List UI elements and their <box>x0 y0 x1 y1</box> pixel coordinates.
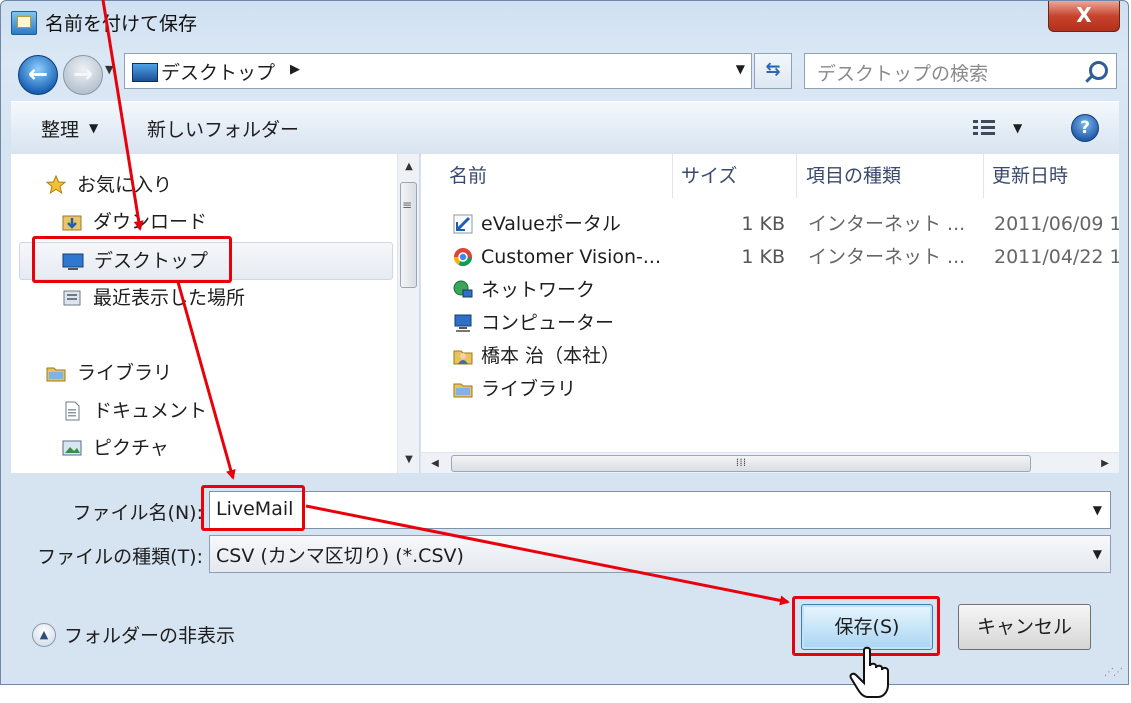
file-name: Customer Vision-... <box>481 246 662 268</box>
documents-icon <box>65 401 80 421</box>
column-header-name[interactable]: 名前 <box>441 154 673 198</box>
file-name: eValueポータル <box>481 213 621 235</box>
user-folder-icon <box>453 350 473 365</box>
forward-button[interactable]: → <box>63 55 103 95</box>
recent-locations-dropdown[interactable]: ▼ <box>105 63 113 76</box>
filetype-dropdown-icon[interactable]: ▼ <box>1093 547 1102 561</box>
nav-item-label: お気に入り <box>77 174 173 196</box>
search-box[interactable]: デスクトップの検索 <box>804 53 1117 89</box>
file-type: インターネット ... <box>808 213 966 235</box>
nav-scrollbar[interactable]: ▲ ≡ ▼ <box>397 154 419 473</box>
nav-item-libraries[interactable]: ライブラリ <box>45 355 385 391</box>
organize-dropdown-icon[interactable]: ▼ <box>89 121 98 135</box>
nav-item-label: 最近表示した場所 <box>93 287 246 309</box>
network-icon <box>453 280 473 298</box>
table-row[interactable]: コンピューター <box>421 307 1119 340</box>
table-row[interactable]: 橋本 治（本社） <box>421 340 1119 373</box>
filetype-select[interactable]: CSV (カンマ区切り) (*.CSV) ▼ <box>209 535 1111 573</box>
chrome-shortcut-icon <box>454 248 472 267</box>
nav-item-favorites[interactable]: お気に入り <box>45 167 385 203</box>
save-button[interactable]: 保存(S) <box>801 604 933 650</box>
scroll-down-icon[interactable]: ▼ <box>398 449 419 471</box>
filename-label: ファイル名(N): <box>72 502 203 524</box>
cancel-button[interactable]: キャンセル <box>958 604 1091 650</box>
collapse-icon[interactable]: ▲ <box>32 623 56 647</box>
file-name: ライブラリ <box>481 378 577 400</box>
column-header-type[interactable]: 項目の種類 <box>798 154 984 198</box>
file-size: 1 KB <box>741 213 785 235</box>
scroll-right-icon[interactable]: ▶ <box>1095 453 1115 473</box>
nav-item-label: ピクチャ <box>93 437 169 459</box>
dialog-app-icon <box>11 11 37 35</box>
pictures-icon <box>62 440 82 456</box>
filename-dropdown-icon[interactable]: ▼ <box>1093 503 1102 517</box>
hide-folders-button[interactable]: フォルダーの非表示 <box>64 621 235 648</box>
filename-value[interactable]: LiveMail <box>216 498 293 520</box>
scroll-thumb[interactable]: ⁞⁞⁞ <box>451 455 1031 472</box>
file-date: 2011/04/22 17 <box>994 246 1119 268</box>
nav-item-documents[interactable]: ドキュメント <box>61 393 381 429</box>
nav-item-label: デスクトップ <box>94 250 209 272</box>
save-as-dialog: 名前を付けて保存 X ← → ▼ デスクトップ ▶ ▼ ⇆ デスクトップの検索 … <box>0 0 1129 685</box>
file-size: 1 KB <box>741 246 785 268</box>
nav-item-pictures[interactable]: ピクチャ <box>61 430 381 466</box>
refresh-button[interactable]: ⇆ <box>754 53 792 89</box>
column-header-date[interactable]: 更新日時 <box>984 154 1119 198</box>
column-header-size[interactable]: サイズ <box>673 154 797 198</box>
back-button[interactable]: ← <box>18 55 58 95</box>
nav-item-label: ダウンロード <box>93 211 208 233</box>
nav-item-label: ドキュメント <box>93 400 208 422</box>
file-list: 名前 サイズ 項目の種類 更新日時 eValueポータル 1 KB インターネッ… <box>421 154 1119 473</box>
new-folder-button[interactable]: 新しいフォルダー <box>147 115 299 142</box>
star-icon <box>45 175 67 195</box>
address-dropdown-icon[interactable]: ▼ <box>736 62 745 76</box>
table-row[interactable]: eValueポータル 1 KB インターネット ... 2011/06/09 1… <box>421 208 1119 241</box>
table-row[interactable]: ライブラリ <box>421 373 1119 406</box>
view-dropdown-icon[interactable]: ▼ <box>1013 121 1022 135</box>
filetype-label: ファイルの種類(T): <box>37 546 203 568</box>
scroll-left-icon[interactable]: ◀ <box>425 453 445 473</box>
file-name: コンピューター <box>481 312 615 334</box>
library-icon <box>453 383 473 398</box>
title-bar: 名前を付けて保存 X <box>1 1 1128 45</box>
file-name: ネットワーク <box>481 279 596 301</box>
nav-item-label: ライブラリ <box>77 362 173 384</box>
table-row[interactable]: ネットワーク <box>421 274 1119 307</box>
organize-button[interactable]: 整理 <box>41 115 79 142</box>
table-row[interactable]: Customer Vision-... 1 KB インターネット ... 201… <box>421 241 1119 274</box>
resize-grip-icon[interactable]: ⋰⋰ <box>1104 667 1123 678</box>
download-folder-icon <box>62 215 82 231</box>
filename-field[interactable]: LiveMail ▼ <box>209 491 1111 529</box>
search-icon[interactable] <box>1089 61 1108 80</box>
file-date: 2011/06/09 15 <box>994 213 1119 235</box>
command-toolbar: 整理 ▼ 新しいフォルダー ▼ ? <box>11 101 1119 155</box>
breadcrumb-chevron-icon[interactable]: ▶ <box>290 62 300 77</box>
nav-item-recent-places[interactable]: 最近表示した場所 <box>61 280 381 316</box>
desktop-icon <box>62 253 84 270</box>
filetype-value[interactable]: CSV (カンマ区切り) (*.CSV) <box>216 541 464 568</box>
file-name: 橋本 治（本社） <box>481 345 621 367</box>
internet-shortcut-icon <box>453 214 473 234</box>
navigation-pane: お気に入り ダウンロード デスクトップ 最近表示した場所 ライブラリ ドキュメン… <box>11 154 420 473</box>
close-button[interactable]: X <box>1048 1 1120 32</box>
dialog-title: 名前を付けて保存 <box>45 13 198 35</box>
nav-item-downloads[interactable]: ダウンロード <box>61 204 381 240</box>
scroll-up-icon[interactable]: ▲ <box>398 156 419 178</box>
scroll-grip-icon: ≡ <box>402 198 413 212</box>
nav-item-desktop[interactable]: デスクトップ <box>19 242 393 280</box>
desktop-icon <box>132 63 158 82</box>
computer-icon <box>454 314 472 332</box>
recent-places-icon <box>63 290 81 306</box>
help-icon[interactable]: ? <box>1071 114 1099 142</box>
view-options-icon[interactable] <box>973 118 995 136</box>
file-type: インターネット ... <box>808 246 966 268</box>
address-bar[interactable]: デスクトップ ▶ ▼ <box>124 53 752 89</box>
address-location[interactable]: デスクトップ <box>161 58 275 85</box>
search-input[interactable]: デスクトップの検索 <box>817 59 988 86</box>
library-icon <box>46 367 66 382</box>
file-list-hscrollbar[interactable]: ◀ ⁞⁞⁞ ▶ <box>421 452 1119 473</box>
